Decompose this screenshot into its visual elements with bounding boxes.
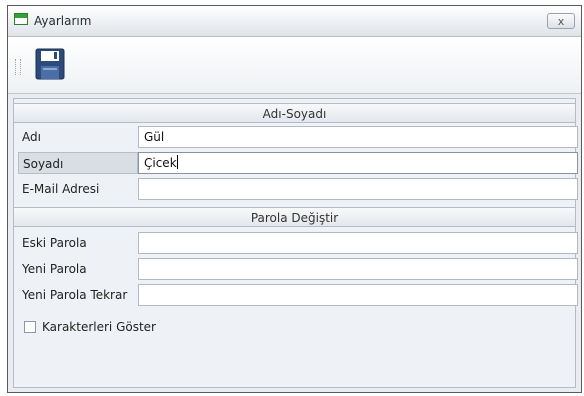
close-button[interactable]: x xyxy=(547,13,575,29)
form-panel: Adı-Soyadı Adı Soyadı Çicek E-Mail Adres… xyxy=(13,98,578,388)
label-email: E-Mail Adresi xyxy=(22,182,100,196)
label-old-password: Eski Parola xyxy=(22,236,87,250)
close-icon: x xyxy=(557,15,565,28)
save-button[interactable] xyxy=(30,45,70,83)
toolbar xyxy=(8,37,581,94)
old-password-field[interactable] xyxy=(138,232,578,254)
label-new-password: Yeni Parola xyxy=(22,262,87,276)
toolbar-grip-handle[interactable] xyxy=(15,59,21,75)
label-new-password-repeat: Yeni Parola Tekrar xyxy=(22,288,128,302)
window-icon xyxy=(14,13,28,25)
text-caret xyxy=(176,155,178,169)
first-name-field[interactable] xyxy=(138,126,578,148)
settings-window: Ayarlarım x Adı-Soyadı Adı Soyadı Çicek … xyxy=(7,5,582,393)
title-bar: Ayarlarım x xyxy=(8,6,581,37)
last-name-field[interactable]: Çicek xyxy=(138,152,578,174)
window-title: Ayarlarım xyxy=(34,14,92,28)
group-header-password: Parola Değiştir xyxy=(14,207,575,227)
show-characters-label[interactable]: Karakterleri Göster xyxy=(42,320,156,334)
label-first-name: Adı xyxy=(22,130,41,144)
email-field[interactable] xyxy=(138,178,578,200)
group-header-name: Adı-Soyadı xyxy=(14,103,575,123)
floppy-disk-icon xyxy=(35,48,65,80)
new-password-repeat-field[interactable] xyxy=(138,284,578,306)
label-last-name: Soyadı xyxy=(18,152,138,174)
show-characters-checkbox[interactable] xyxy=(24,321,36,333)
last-name-value: Çicek xyxy=(144,156,177,170)
new-password-field[interactable] xyxy=(138,258,578,280)
